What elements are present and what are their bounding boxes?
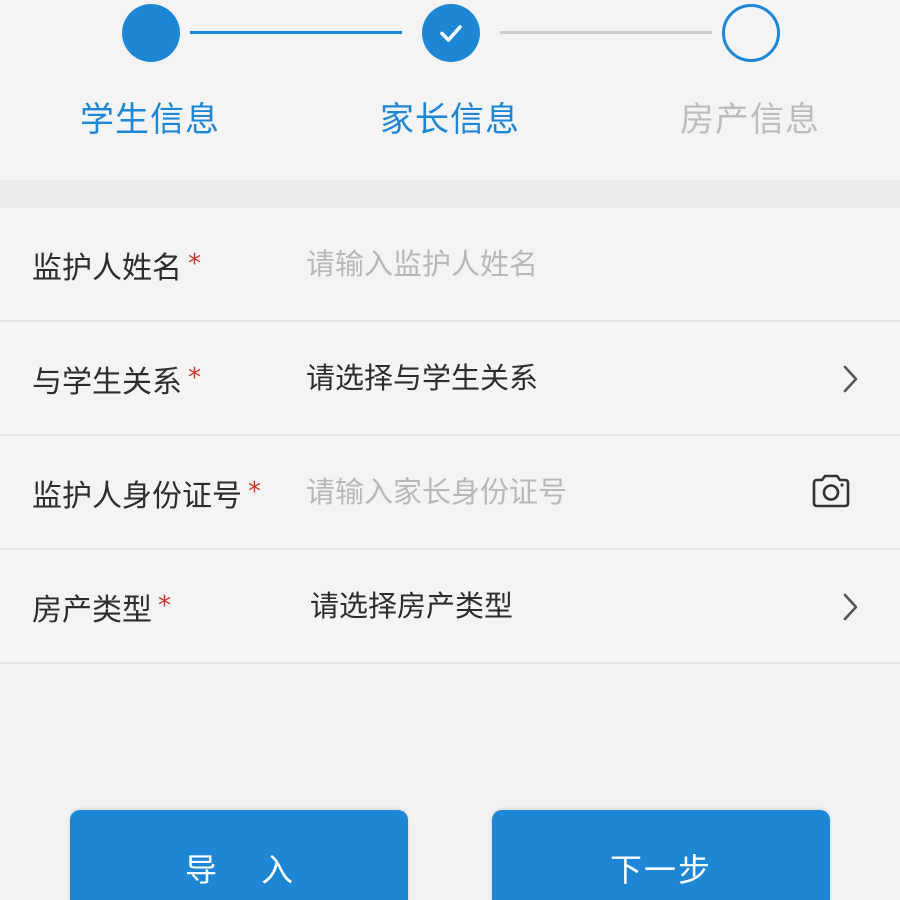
guardian-form: 监护人姓名* 与学生关系* 请选择与学生关系 监护人身份证号* 房产类型* 请选… (0, 208, 900, 664)
progress-stepper: 学生信息 家长信息 房产信息 (0, 0, 900, 180)
form-row-property-type[interactable]: 房产类型 * 请选择房产类型 (0, 550, 900, 664)
next-step-button[interactable]: 下一步 (492, 810, 830, 900)
guardian-name-label: 监护人姓名 * (32, 249, 201, 286)
guardian-name-input[interactable] (306, 234, 786, 294)
required-mark: * (248, 477, 261, 507)
step-3-label: 房产信息 (680, 100, 820, 140)
form-row-guardian-id: 监护人身份证号 * (0, 436, 900, 550)
step-connector-1 (190, 31, 402, 34)
relationship-label: 与学生关系 * (32, 363, 201, 400)
guardian-id-label: 监护人身份证号 * (32, 477, 261, 514)
relationship-select[interactable]: 请选择与学生关系 (306, 322, 806, 434)
step-1-label: 学生信息 (80, 100, 220, 140)
import-button[interactable]: 导入 (70, 810, 408, 900)
form-row-guardian-name: 监护人姓名 * (0, 208, 900, 322)
required-mark: * (158, 591, 171, 621)
guardian-info-page: 学生信息 家长信息 房产信息 监护人姓名* 与学生关系* 请选择与学生关系 监护… (0, 0, 900, 900)
property-type-label: 房产类型 * (32, 591, 171, 628)
step-connector-2 (500, 31, 712, 34)
chevron-right-icon[interactable] (840, 364, 860, 394)
property-type-select[interactable]: 请选择房产类型 (310, 550, 810, 662)
section-divider (0, 180, 900, 208)
camera-icon[interactable] (810, 473, 852, 509)
required-mark: * (188, 363, 201, 393)
form-row-relationship[interactable]: 与学生关系 * 请选择与学生关系 (0, 322, 900, 436)
required-mark: * (188, 249, 201, 279)
check-icon (440, 25, 462, 42)
step-3-indicator (722, 4, 780, 62)
chevron-right-icon[interactable] (840, 592, 860, 622)
guardian-id-input[interactable] (306, 462, 766, 522)
step-2-label: 家长信息 (380, 100, 520, 140)
step-1-indicator (122, 4, 180, 62)
step-2-indicator (422, 4, 480, 62)
